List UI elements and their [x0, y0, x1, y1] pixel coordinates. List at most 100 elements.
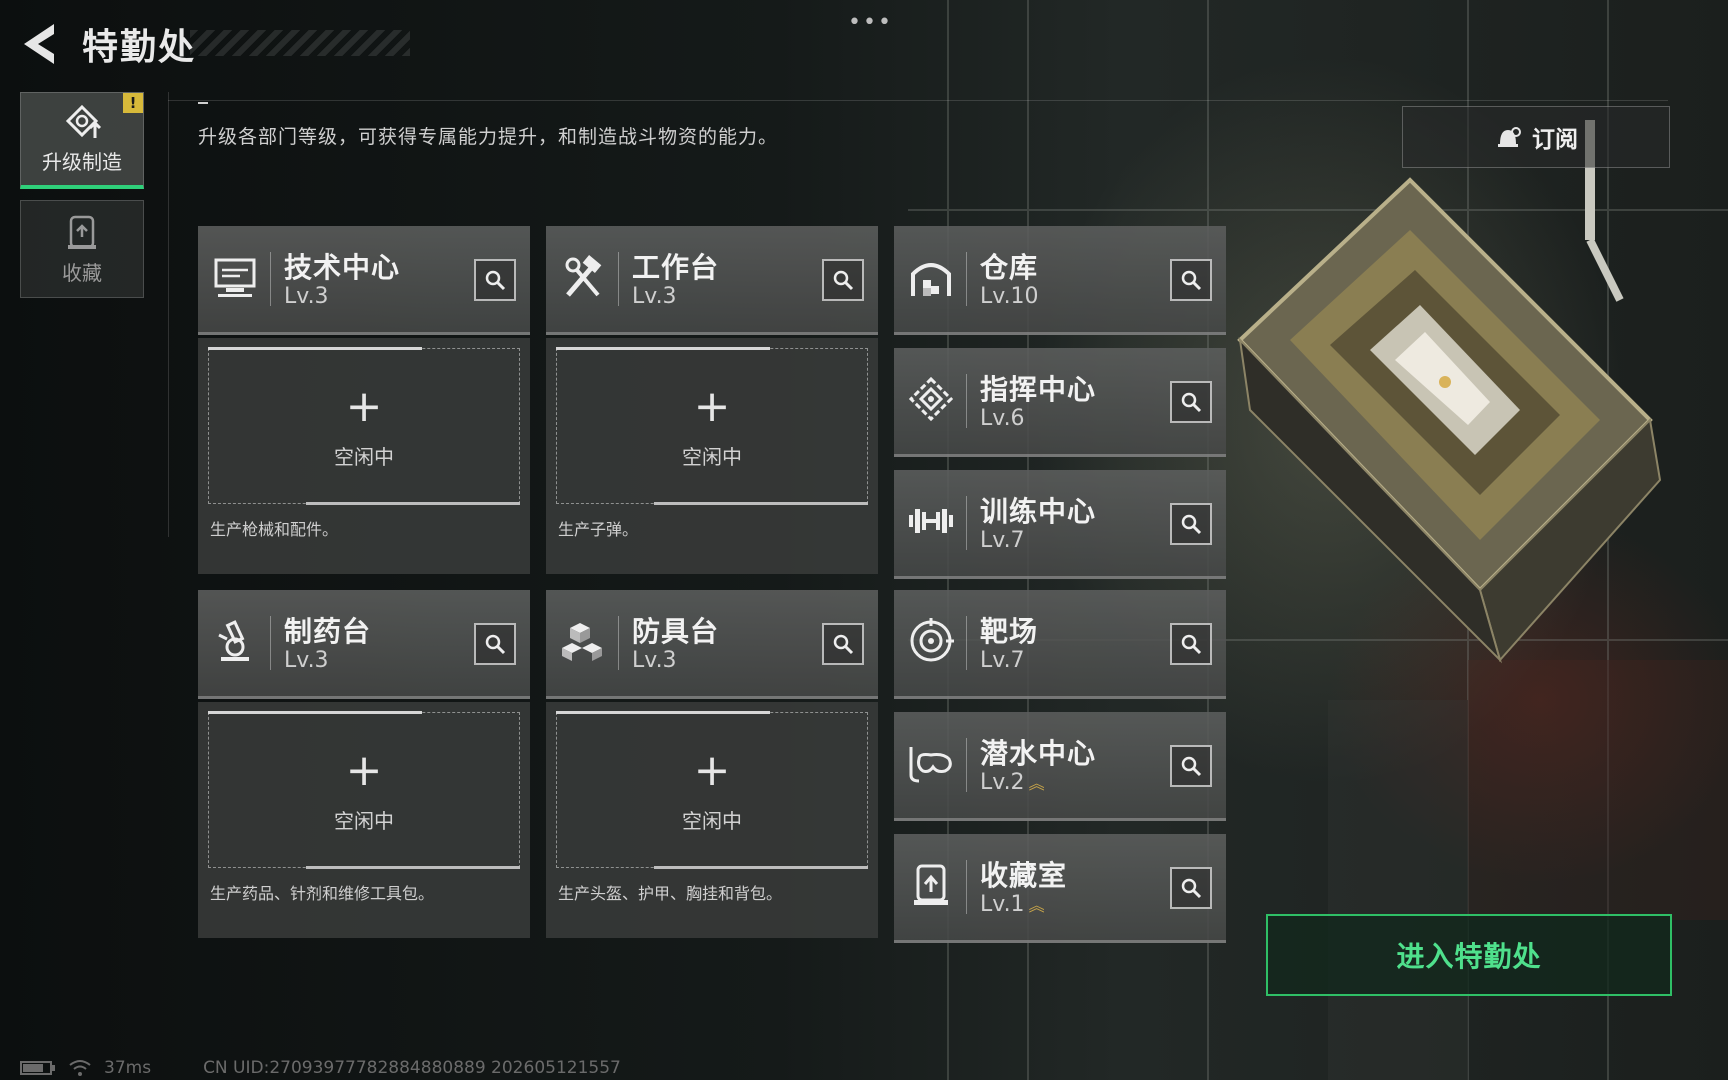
menu-dots[interactable]: •••: [848, 10, 893, 35]
card-divider: [270, 616, 271, 670]
search-icon: [833, 634, 854, 655]
battery-icon: [20, 1061, 55, 1075]
facility-name: 训练中心: [980, 495, 1097, 528]
diving-mask-icon: [906, 738, 956, 788]
facility-level: Lv.3: [632, 284, 677, 309]
add-production-button[interactable]: + 空闲中: [556, 347, 868, 505]
facility-level: Lv.7: [980, 648, 1025, 673]
facility-name: 靶场: [980, 615, 1039, 648]
facility-name: 防具台: [632, 615, 720, 648]
production-slot-pharmacy: + 空闲中 生产药品、针剂和维修工具包。: [198, 702, 530, 938]
warehouse-icon: [906, 252, 956, 302]
sidebar-item-label: 升级制造: [42, 149, 122, 174]
target-icon: [906, 616, 956, 666]
add-production-button[interactable]: + 空闲中: [208, 347, 520, 505]
search-button[interactable]: [1170, 503, 1212, 545]
sidebar-divider: [168, 92, 169, 537]
upgrade-arrow-icon: ︽: [1028, 896, 1045, 915]
slot-frame-bottom: [306, 502, 520, 505]
search-icon: [1181, 514, 1202, 535]
back-arrow-icon[interactable]: [18, 20, 60, 68]
facility-card-armor-bench[interactable]: 防具台 Lv.3: [546, 590, 878, 699]
enter-label: 进入特勤处: [1396, 940, 1542, 973]
search-button[interactable]: [1170, 381, 1212, 423]
facility-level: Lv.6: [980, 406, 1025, 431]
facility-card-training-center[interactable]: 训练中心 Lv.7: [894, 470, 1226, 579]
sidebar-item-upgrade[interactable]: ! 升级制造: [20, 92, 144, 189]
command-icon: [906, 374, 956, 424]
subscribe-label: 订阅: [1532, 127, 1578, 153]
sidebar-item-collection[interactable]: 收藏: [20, 200, 144, 298]
facility-card-warehouse[interactable]: 仓库 Lv.10: [894, 226, 1226, 335]
slot-status: 空闲中: [682, 445, 742, 469]
search-button[interactable]: [1170, 623, 1212, 665]
facility-card-workbench[interactable]: 工作台 Lv.3: [546, 226, 878, 335]
search-button[interactable]: [474, 623, 516, 665]
search-button[interactable]: [1170, 259, 1212, 301]
facility-card-tech-center[interactable]: 技术中心 Lv.3: [198, 226, 530, 335]
search-button[interactable]: [474, 259, 516, 301]
slot-status: 空闲中: [334, 445, 394, 469]
facility-name: 潜水中心: [980, 737, 1097, 770]
production-slot-workbench: + 空闲中 生产子弹。: [546, 338, 878, 574]
plus-icon: +: [345, 745, 383, 796]
card-divider: [618, 616, 619, 670]
slot-frame-bottom: [306, 866, 520, 869]
add-production-button[interactable]: + 空闲中: [208, 711, 520, 869]
search-icon: [833, 270, 854, 291]
facility-card-command-center[interactable]: 指挥中心 Lv.6: [894, 348, 1226, 457]
search-button[interactable]: [1170, 867, 1212, 909]
plus-icon: +: [345, 381, 383, 432]
enter-button[interactable]: 进入特勤处: [1266, 914, 1672, 996]
facility-card-shooting-range[interactable]: 靶场 Lv.7: [894, 590, 1226, 699]
wifi-icon: [69, 1060, 91, 1076]
facility-card-collection-room[interactable]: 收藏室 Lv.1 ︽: [894, 834, 1226, 943]
facility-name: 指挥中心: [980, 373, 1097, 406]
facility-card-pharmacy[interactable]: 制药台 Lv.3: [198, 590, 530, 699]
facility-level: Lv.3: [632, 648, 677, 673]
plus-icon: +: [693, 381, 731, 432]
facility-name: 工作台: [632, 251, 720, 284]
facility-name: 收藏室: [980, 859, 1068, 892]
slot-frame-top: [208, 711, 422, 714]
microscope-icon: [210, 616, 260, 666]
plus-icon: +: [693, 745, 731, 796]
facility-level: Lv.3: [284, 648, 329, 673]
tools-icon: [558, 252, 608, 302]
slot-frame-top: [556, 711, 770, 714]
search-icon: [1181, 270, 1202, 291]
card-divider: [270, 252, 271, 306]
armor-cubes-icon: [558, 616, 608, 666]
facility-level: Lv.3: [284, 284, 329, 309]
facility-level-row: Lv.1 ︽: [980, 892, 1045, 917]
search-button[interactable]: [822, 259, 864, 301]
production-slot-armor-bench: + 空闲中 生产头盔、护甲、胸挂和背包。: [546, 702, 878, 938]
slot-frame-bottom: [654, 502, 868, 505]
slot-frame-bottom: [654, 866, 868, 869]
card-divider: [966, 496, 967, 550]
search-icon: [1181, 634, 1202, 655]
search-icon: [485, 270, 506, 291]
status-footer: 37ms CN UID:27093977782884880889 2026051…: [20, 1056, 621, 1080]
add-production-button[interactable]: + 空闲中: [556, 711, 868, 869]
card-divider: [966, 374, 967, 428]
card-divider: [966, 252, 967, 306]
bell-icon: [1498, 127, 1521, 147]
collection-room-icon: [906, 860, 956, 910]
search-icon: [1181, 756, 1202, 777]
dumbbell-icon: [906, 496, 956, 546]
search-icon: [1181, 392, 1202, 413]
ping-value: 37ms: [104, 1058, 152, 1078]
search-button[interactable]: [822, 623, 864, 665]
uid-text: CN UID:27093977782884880889 202605121557: [203, 1058, 621, 1078]
search-button[interactable]: [1170, 745, 1212, 787]
facility-card-diving-center[interactable]: 潜水中心 Lv.2 ︽: [894, 712, 1226, 821]
facility-name: 技术中心: [284, 251, 401, 284]
upgrade-arrow-icon: ︽: [1028, 774, 1045, 793]
facility-name: 仓库: [980, 251, 1039, 284]
slot-status: 空闲中: [334, 809, 394, 833]
title-decoration: [190, 30, 410, 56]
facility-name: 制药台: [284, 615, 372, 648]
subscribe-button[interactable]: 订阅: [1402, 106, 1670, 168]
facility-level: Lv.2: [980, 770, 1025, 795]
